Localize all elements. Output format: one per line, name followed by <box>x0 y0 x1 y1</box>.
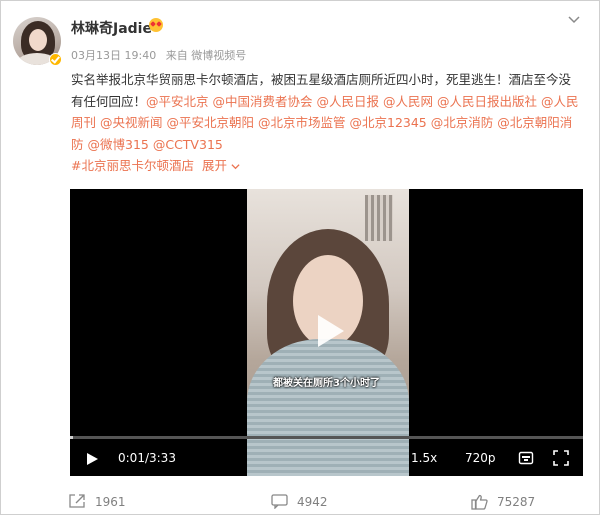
action-bar: 1961 4942 75287 <box>1 488 600 516</box>
mention-link[interactable]: @北京12345 <box>350 115 427 130</box>
mention-link[interactable]: @中国消费者协会 <box>213 94 313 109</box>
chevron-down-icon <box>231 164 240 170</box>
play-overlay-icon[interactable] <box>306 309 350 353</box>
mention-link[interactable]: @央视新闻 <box>100 115 163 130</box>
repost-button[interactable]: 1961 <box>69 494 126 509</box>
current-time: 0:01 <box>118 451 145 465</box>
video-player[interactable]: 都被关在厕所3个小时了 0:01/3:33 1.5x 720p <box>70 189 583 476</box>
video-controls: 0:01/3:33 1.5x 720p <box>70 445 583 473</box>
fullscreen-icon[interactable] <box>553 450 569 466</box>
chevron-down-icon[interactable] <box>567 13 581 27</box>
expand-label: 展开 <box>201 158 227 173</box>
mention-list: @平安北京 @中国消费者协会 @人民日报 @人民网 @人民日报出版社 @人民周刊… <box>71 94 579 152</box>
play-icon[interactable] <box>85 452 99 466</box>
mention-link[interactable]: @平安北京朝阳 <box>167 115 255 130</box>
mention-link[interactable]: @人民日报出版社 <box>437 94 537 109</box>
comment-count: 4942 <box>297 494 328 509</box>
verified-badge-icon <box>49 53 62 66</box>
comment-button[interactable]: 4942 <box>271 494 328 509</box>
mention-link[interactable]: @CCTV315 <box>153 137 223 152</box>
mention-link[interactable]: @人民网 <box>383 94 433 109</box>
duration: 3:33 <box>149 451 176 465</box>
mention-link[interactable]: @平安北京 <box>146 94 209 109</box>
expand-link[interactable]: 展开 <box>202 158 240 173</box>
post-text: 实名举报北京华贸丽思卡尔顿酒店，被困五星级酒店厕所近四小时，死里逃生！酒店至今没… <box>71 69 583 177</box>
mention-link[interactable]: @北京市场监管 <box>258 115 346 130</box>
post-source: 来自 微博视频号 <box>165 49 247 62</box>
repost-icon <box>69 494 85 508</box>
username[interactable]: 林琳奇Jadie <box>71 18 152 38</box>
video-subtitle: 都被关在厕所3个小时了 <box>273 378 380 389</box>
like-count: 75287 <box>497 495 536 509</box>
comment-icon <box>271 494 288 509</box>
mention-link[interactable]: @微博315 <box>88 137 149 152</box>
mention-link[interactable]: @北京消防 <box>431 115 494 130</box>
like-button[interactable]: 75287 <box>471 494 535 510</box>
hashtag-link[interactable]: #北京丽思卡尔顿酒店 <box>71 158 194 173</box>
time-display: 0:01/3:33 <box>118 451 176 465</box>
quality-button[interactable]: 720p <box>465 451 496 465</box>
mention-link[interactable]: @人民日报 <box>317 94 380 109</box>
progress-fill <box>70 436 73 439</box>
danmaku-icon[interactable] <box>518 450 534 466</box>
speed-button[interactable]: 1.5x <box>411 451 437 465</box>
thumbs-up-icon <box>471 494 488 510</box>
progress-bar[interactable] <box>70 436 583 439</box>
repost-count: 1961 <box>95 494 126 509</box>
post-meta: 03月13日 19:40 来自 微博视频号 <box>71 47 252 63</box>
post-date[interactable]: 03月13日 19:40 <box>71 49 156 62</box>
heart-eyes-emoji-icon <box>149 18 163 32</box>
weibo-post-card: 林琳奇Jadie 03月13日 19:40 来自 微博视频号 实名举报北京华贸丽… <box>0 0 600 515</box>
